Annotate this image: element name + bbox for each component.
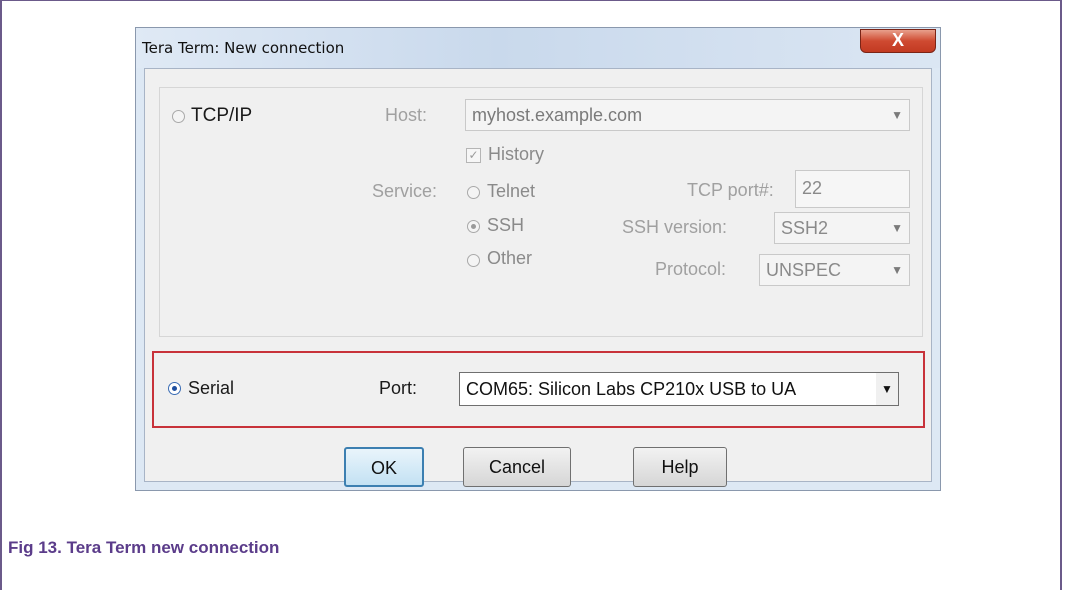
protocol-select[interactable]: UNSPEC ▼	[759, 254, 910, 286]
ssh-version-value: SSH2	[781, 218, 829, 238]
help-button-label: Help	[661, 457, 699, 477]
dialog-title: Tera Term: New connection	[142, 39, 345, 57]
dialog-body: TCP/IP Host: myhost.example.com ▼ ✓ Hist…	[144, 68, 932, 487]
cancel-button-label: Cancel	[488, 457, 546, 477]
ok-button[interactable]: OK	[344, 447, 424, 487]
host-label: Host:	[385, 105, 428, 125]
protocol-label: Protocol:	[655, 259, 727, 279]
tcp-port-label: TCP port#:	[687, 180, 774, 200]
port-select[interactable]: COM65: Silicon Labs CP210x USB to UA ▼	[459, 372, 899, 406]
history-label: History	[488, 144, 545, 164]
telnet-label: Telnet	[487, 181, 536, 201]
service-label: Service:	[372, 181, 438, 201]
protocol-value: UNSPEC	[766, 260, 842, 280]
serial-label: Serial	[188, 378, 235, 398]
ssh-radio[interactable]	[467, 220, 480, 233]
figure-caption: Fig 13. Tera Term new connection	[8, 538, 280, 557]
chevron-down-icon[interactable]: ▼	[891, 255, 903, 285]
other-label: Other	[487, 248, 533, 268]
chevron-down-icon[interactable]: ▼	[876, 373, 898, 405]
tcpip-group: TCP/IP Host: myhost.example.com ▼ ✓ Hist…	[159, 87, 923, 337]
ssh-label: SSH	[487, 215, 525, 235]
ssh-version-label: SSH version:	[622, 217, 728, 237]
help-button[interactable]: Help	[633, 447, 727, 487]
tcpip-radio[interactable]	[172, 110, 185, 123]
cancel-button[interactable]: Cancel	[463, 447, 571, 487]
close-icon: X	[891, 30, 904, 50]
tcpip-label: TCP/IP	[191, 105, 253, 126]
chevron-down-icon[interactable]: ▼	[891, 213, 903, 243]
telnet-radio[interactable]	[467, 186, 480, 199]
ok-button-label: OK	[370, 458, 397, 478]
host-combobox[interactable]: myhost.example.com ▼	[465, 99, 910, 131]
port-label: Port:	[379, 378, 418, 398]
chevron-down-icon[interactable]: ▼	[891, 100, 903, 130]
tcp-port-input[interactable]: 22	[795, 170, 910, 208]
tcp-port-value: 22	[802, 178, 823, 198]
port-value: COM65: Silicon Labs CP210x USB to UA	[466, 379, 797, 399]
ssh-version-select[interactable]: SSH2 ▼	[774, 212, 910, 244]
title-bar[interactable]: Tera Term: New connection X	[136, 28, 940, 68]
host-value: myhost.example.com	[472, 105, 643, 125]
other-radio[interactable]	[467, 254, 480, 267]
close-button[interactable]: X	[860, 29, 936, 53]
serial-radio[interactable]	[168, 382, 181, 395]
serial-group: Serial Port: COM65: Silicon Labs CP210x …	[152, 351, 925, 428]
new-connection-dialog: Tera Term: New connection X TCP/IP Host:…	[135, 27, 941, 491]
history-checkbox[interactable]: ✓	[466, 148, 481, 163]
